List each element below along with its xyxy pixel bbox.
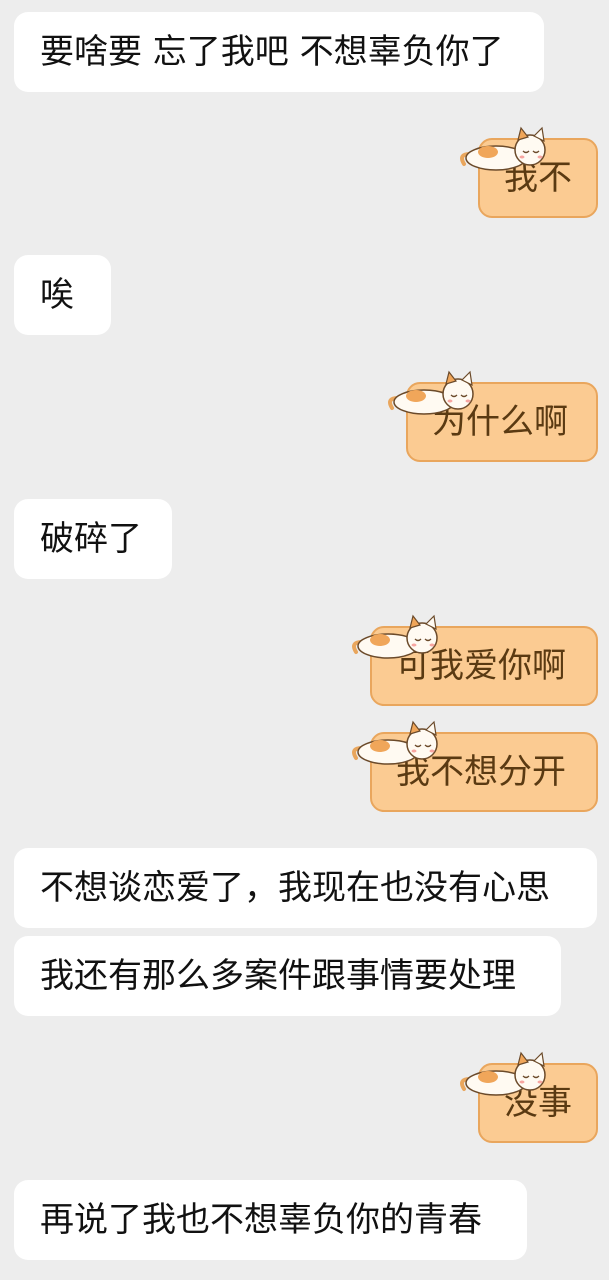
chat-message-list[interactable]: 要啥要 忘了我吧 不想辜负你了 我不 唉 为什么啊 破碎了 可我爱你啊 我不想分… [0, 0, 609, 1280]
sleeping-cat-icon [388, 370, 474, 415]
incoming-message-bubble[interactable]: 不想谈恋爱了，我现在也没有心思 [14, 848, 597, 928]
message-text: 再说了我也不想辜负你的青春 [40, 1200, 482, 1240]
incoming-message-bubble[interactable]: 破碎了 [14, 499, 172, 579]
sleeping-cat-icon [352, 720, 438, 765]
sleeping-cat-icon [352, 614, 438, 659]
incoming-message-bubble[interactable]: 我还有那么多案件跟事情要处理 [14, 936, 561, 1016]
message-text: 唉 [40, 275, 74, 315]
sleeping-cat-icon [460, 126, 546, 171]
incoming-message-bubble[interactable]: 要啥要 忘了我吧 不想辜负你了 [14, 12, 544, 92]
sleeping-cat-icon [460, 1051, 546, 1096]
message-text: 破碎了 [40, 519, 142, 559]
message-text: 不想谈恋爱了，我现在也没有心思 [40, 868, 550, 908]
message-text: 我还有那么多案件跟事情要处理 [40, 956, 516, 996]
message-text: 要啥要 忘了我吧 不想辜负你了 [40, 32, 504, 72]
incoming-message-bubble[interactable]: 唉 [14, 255, 111, 335]
incoming-message-bubble[interactable]: 再说了我也不想辜负你的青春 [14, 1180, 527, 1260]
